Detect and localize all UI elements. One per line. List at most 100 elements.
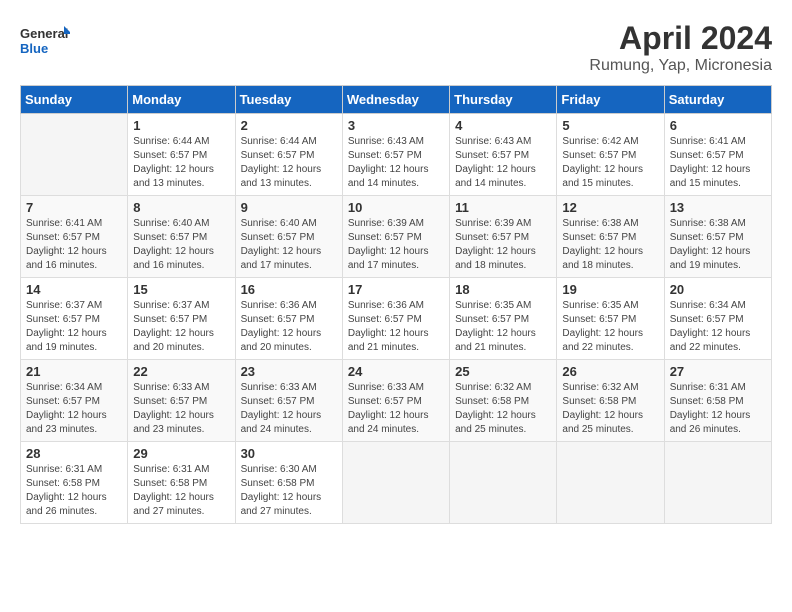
calendar-cell: 2 Sunrise: 6:44 AM Sunset: 6:57 PM Daylig…	[235, 114, 342, 196]
day-number: 20	[670, 282, 766, 297]
day-info: Sunrise: 6:41 AM Sunset: 6:57 PM Dayligh…	[670, 135, 766, 191]
header-saturday: Saturday	[664, 86, 771, 114]
day-info: Sunrise: 6:38 AM Sunset: 6:57 PM Dayligh…	[562, 217, 658, 273]
day-number: 5	[562, 118, 658, 133]
calendar-cell: 27Sunrise: 6:31 AM Sunset: 6:58 PM Dayli…	[664, 360, 771, 442]
day-info: Sunrise: 6:32 AM Sunset: 6:58 PM Dayligh…	[562, 381, 658, 437]
day-info: Sunrise: 6:31 AM Sunset: 6:58 PM Dayligh…	[133, 463, 229, 519]
day-info: Sunrise: 6:42 AM Sunset: 6:57 PM Dayligh…	[562, 135, 658, 191]
calendar-cell: 10Sunrise: 6:39 AM Sunset: 6:57 PM Dayli…	[342, 196, 449, 278]
calendar-cell: 9Sunrise: 6:40 AM Sunset: 6:57 PM Daylig…	[235, 196, 342, 278]
calendar-cell: 13 Sunrise: 6:38 AM Sunset: 6:57 PM Dayli…	[664, 196, 771, 278]
svg-text:General: General	[20, 26, 68, 41]
calendar-cell: 22Sunrise: 6:33 AM Sunset: 6:57 PM Dayli…	[128, 360, 235, 442]
calendar-cell	[557, 442, 664, 524]
calendar-cell: 25 Sunrise: 6:32 AM Sunset: 6:58 PM Dayli…	[450, 360, 557, 442]
calendar-cell: 16Sunrise: 6:36 AM Sunset: 6:57 PM Dayli…	[235, 278, 342, 360]
day-info: Sunrise: 6:43 AM Sunset: 6:57 PM Dayligh…	[455, 135, 551, 191]
calendar-cell	[664, 442, 771, 524]
header-tuesday: Tuesday	[235, 86, 342, 114]
header-thursday: Thursday	[450, 86, 557, 114]
day-number: 29	[133, 446, 229, 461]
calendar-cell	[21, 114, 128, 196]
calendar-cell: 24Sunrise: 6:33 AM Sunset: 6:57 PM Dayli…	[342, 360, 449, 442]
day-number: 25	[455, 364, 551, 379]
day-info: Sunrise: 6:38 AM Sunset: 6:57 PM Dayligh…	[670, 217, 766, 273]
calendar-cell: 8 Sunrise: 6:40 AM Sunset: 6:57 PM Daylig…	[128, 196, 235, 278]
day-number: 16	[241, 282, 337, 297]
calendar-cell: 17Sunrise: 6:36 AM Sunset: 6:57 PM Dayli…	[342, 278, 449, 360]
day-number: 12	[562, 200, 658, 215]
day-number: 14	[26, 282, 122, 297]
day-info: Sunrise: 6:33 AM Sunset: 6:57 PM Dayligh…	[133, 381, 229, 437]
header-friday: Friday	[557, 86, 664, 114]
day-info: Sunrise: 6:41 AM Sunset: 6:57 PM Dayligh…	[26, 217, 122, 273]
title-area: April 2024 Rumung, Yap, Micronesia	[589, 20, 772, 75]
day-number: 6	[670, 118, 766, 133]
day-info: Sunrise: 6:34 AM Sunset: 6:57 PM Dayligh…	[670, 299, 766, 355]
day-number: 11	[455, 200, 551, 215]
day-number: 30	[241, 446, 337, 461]
calendar-cell	[450, 442, 557, 524]
day-number: 7	[26, 200, 122, 215]
header: General Blue April 2024 Rumung, Yap, Mic…	[20, 20, 772, 75]
day-number: 27	[670, 364, 766, 379]
calendar-cell: 12 Sunrise: 6:38 AM Sunset: 6:57 PM Dayli…	[557, 196, 664, 278]
day-number: 10	[348, 200, 444, 215]
calendar-cell: 11Sunrise: 6:39 AM Sunset: 6:57 PM Dayli…	[450, 196, 557, 278]
calendar-cell: 4 Sunrise: 6:43 AM Sunset: 6:57 PM Daylig…	[450, 114, 557, 196]
header-wednesday: Wednesday	[342, 86, 449, 114]
day-info: Sunrise: 6:40 AM Sunset: 6:57 PM Dayligh…	[133, 217, 229, 273]
calendar-cell: 20 Sunrise: 6:34 AM Sunset: 6:57 PM Dayli…	[664, 278, 771, 360]
day-info: Sunrise: 6:43 AM Sunset: 6:57 PM Dayligh…	[348, 135, 444, 191]
day-number: 19	[562, 282, 658, 297]
calendar-cell: 18Sunrise: 6:35 AM Sunset: 6:57 PM Dayli…	[450, 278, 557, 360]
day-number: 2	[241, 118, 337, 133]
week-row-4: 21 Sunrise: 6:34 AM Sunset: 6:57 PM Dayli…	[21, 360, 772, 442]
subtitle: Rumung, Yap, Micronesia	[589, 57, 772, 75]
svg-text:Blue: Blue	[20, 41, 48, 56]
day-number: 1	[133, 118, 229, 133]
day-number: 28	[26, 446, 122, 461]
day-number: 26	[562, 364, 658, 379]
day-number: 4	[455, 118, 551, 133]
day-number: 17	[348, 282, 444, 297]
calendar-table: SundayMondayTuesdayWednesdayThursdayFrid…	[20, 85, 772, 524]
day-number: 3	[348, 118, 444, 133]
calendar-cell: 28Sunrise: 6:31 AM Sunset: 6:58 PM Dayli…	[21, 442, 128, 524]
day-info: Sunrise: 6:33 AM Sunset: 6:57 PM Dayligh…	[348, 381, 444, 437]
header-row: SundayMondayTuesdayWednesdayThursdayFrid…	[21, 86, 772, 114]
calendar-cell	[342, 442, 449, 524]
calendar-cell: 21 Sunrise: 6:34 AM Sunset: 6:57 PM Dayli…	[21, 360, 128, 442]
day-info: Sunrise: 6:30 AM Sunset: 6:58 PM Dayligh…	[241, 463, 337, 519]
calendar-cell: 30 Sunrise: 6:30 AM Sunset: 6:58 PM Dayli…	[235, 442, 342, 524]
week-row-1: 1 Sunrise: 6:44 AM Sunset: 6:57 PM Daylig…	[21, 114, 772, 196]
week-row-5: 28 Sunrise: 6:31 AM Sunset: 6:58 PM Dayli…	[21, 442, 772, 524]
logo-svg: General Blue	[20, 20, 70, 64]
calendar-cell: 7 Sunrise: 6:41 AM Sunset: 6:57 PM Daylig…	[21, 196, 128, 278]
day-number: 23	[241, 364, 337, 379]
day-info: Sunrise: 6:32 AM Sunset: 6:58 PM Dayligh…	[455, 381, 551, 437]
calendar-cell: 3 Sunrise: 6:43 AM Sunset: 6:57 PM Daylig…	[342, 114, 449, 196]
calendar-cell: 14 Sunrise: 6:37 AM Sunset: 6:57 PM Dayli…	[21, 278, 128, 360]
day-number: 8	[133, 200, 229, 215]
day-info: Sunrise: 6:44 AM Sunset: 6:57 PM Dayligh…	[241, 135, 337, 191]
day-number: 21	[26, 364, 122, 379]
calendar-cell: 15Sunrise: 6:37 AM Sunset: 6:57 PM Dayli…	[128, 278, 235, 360]
day-info: Sunrise: 6:35 AM Sunset: 6:57 PM Dayligh…	[562, 299, 658, 355]
day-number: 13	[670, 200, 766, 215]
day-info: Sunrise: 6:34 AM Sunset: 6:57 PM Dayligh…	[26, 381, 122, 437]
week-row-2: 7 Sunrise: 6:41 AM Sunset: 6:57 PM Daylig…	[21, 196, 772, 278]
day-info: Sunrise: 6:37 AM Sunset: 6:57 PM Dayligh…	[26, 299, 122, 355]
day-info: Sunrise: 6:37 AM Sunset: 6:57 PM Dayligh…	[133, 299, 229, 355]
main-title: April 2024	[589, 20, 772, 57]
day-info: Sunrise: 6:35 AM Sunset: 6:57 PM Dayligh…	[455, 299, 551, 355]
logo: General Blue	[20, 20, 70, 64]
calendar-cell: 23 Sunrise: 6:33 AM Sunset: 6:57 PM Dayli…	[235, 360, 342, 442]
day-info: Sunrise: 6:33 AM Sunset: 6:57 PM Dayligh…	[241, 381, 337, 437]
calendar-cell: 5 Sunrise: 6:42 AM Sunset: 6:57 PM Daylig…	[557, 114, 664, 196]
calendar-header: SundayMondayTuesdayWednesdayThursdayFrid…	[21, 86, 772, 114]
calendar-cell: 6 Sunrise: 6:41 AM Sunset: 6:57 PM Daylig…	[664, 114, 771, 196]
calendar-cell: 26 Sunrise: 6:32 AM Sunset: 6:58 PM Dayli…	[557, 360, 664, 442]
header-monday: Monday	[128, 86, 235, 114]
